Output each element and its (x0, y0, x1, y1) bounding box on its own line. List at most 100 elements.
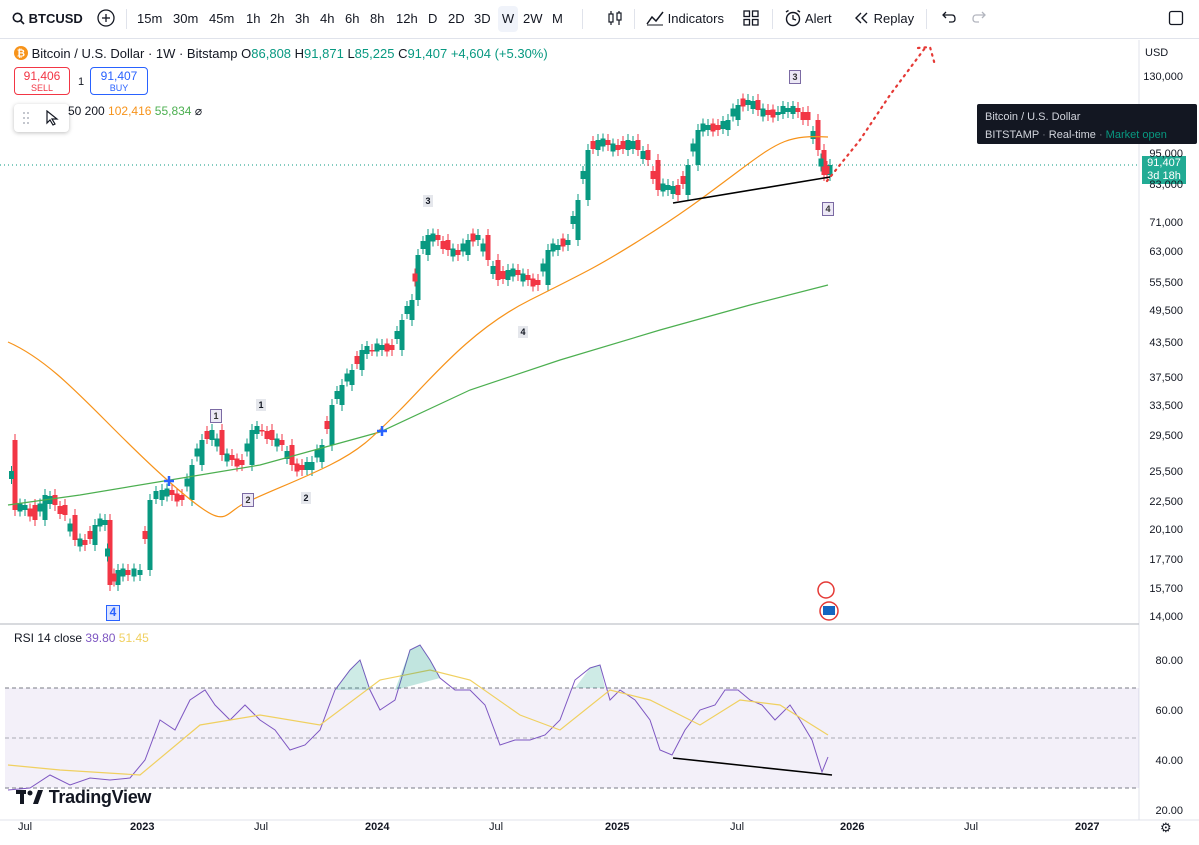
spread-value: 1 (78, 76, 85, 88)
indicators-button[interactable]: Indicators (646, 6, 724, 32)
grid-icon (743, 10, 759, 26)
candle-body (379, 345, 385, 350)
toolbar-divider (772, 9, 773, 29)
candle-body (209, 430, 215, 440)
redo-button[interactable] (972, 6, 988, 32)
interval-12h[interactable]: 12h (396, 6, 418, 32)
indicators-label: Indicators (667, 11, 724, 26)
price-tick: 17,700 (1149, 554, 1183, 566)
candle-body (705, 125, 711, 130)
candle-body (32, 505, 38, 520)
rsi-ma-value: 51.45 (118, 631, 149, 645)
chart-type-button[interactable] (606, 6, 624, 32)
symbol-search[interactable]: BTCUSD (12, 6, 83, 32)
candle-body (279, 440, 285, 445)
legend-low: 85,225 (354, 46, 395, 61)
price-chart[interactable] (0, 38, 1199, 845)
rsi-value: 39.80 (85, 631, 116, 645)
interval-45m[interactable]: 45m (209, 6, 234, 32)
time-axis-label: Jul (254, 821, 269, 833)
candle-body (765, 110, 771, 115)
time-axis-label: Jul (964, 821, 979, 833)
cross-marker (377, 426, 387, 436)
interval-2h[interactable]: 2h (270, 6, 284, 32)
candle-body (565, 240, 571, 245)
candle-body (125, 570, 131, 575)
interval-2d[interactable]: 2D (448, 6, 465, 32)
candle-body (102, 520, 108, 525)
interval-3h[interactable]: 3h (295, 6, 309, 32)
ma200-value: 55,834 (154, 104, 192, 118)
legend-high: 91,871 (304, 46, 344, 61)
sell-price: 91,406 (23, 69, 61, 83)
time-axis-label: 2026 (840, 821, 865, 833)
support-trendline (672, 176, 831, 204)
interval-6h[interactable]: 6h (345, 6, 359, 32)
candle-body (735, 105, 741, 120)
candle-body (329, 405, 335, 445)
candle-body (635, 140, 641, 150)
tooltip-title: Bitcoin / U.S. Dollar (985, 111, 1081, 123)
candle-body (805, 112, 811, 120)
undo-button[interactable] (940, 6, 956, 32)
flag-icon (823, 606, 835, 615)
tradingview-logo: TradingView (16, 787, 151, 808)
interval-4h[interactable]: 4h (320, 6, 334, 32)
candle-body (309, 462, 315, 470)
candle-body (82, 540, 88, 545)
candle-body (22, 505, 28, 510)
replay-button[interactable]: Replay (854, 6, 914, 32)
replay-label: Replay (873, 11, 915, 26)
price-tick: 95,000 (1149, 148, 1183, 160)
alarm-clock-icon (785, 9, 801, 27)
time-axis-label: Jul (489, 821, 504, 833)
candle-body (605, 140, 611, 145)
candle-body (755, 100, 761, 110)
candle-body (199, 440, 205, 465)
toolbar-divider (926, 9, 927, 29)
interval-1h[interactable]: 1h (246, 6, 260, 32)
candle-body (72, 515, 78, 540)
layout-button[interactable] (1168, 6, 1184, 32)
interval-w[interactable]: W (498, 6, 518, 32)
interval-d[interactable]: D (428, 6, 437, 32)
candle-body (159, 490, 165, 500)
bitcoin-icon: ₿ (14, 46, 28, 60)
price-tick: 71,000 (1149, 217, 1183, 229)
candle-body (62, 505, 68, 515)
interval-3d[interactable]: 3D (474, 6, 491, 32)
candle-body (615, 145, 621, 150)
cursor-tool-popup[interactable] (14, 104, 69, 132)
candle-body (535, 280, 541, 285)
rsi-tick: 80.00 (1155, 655, 1183, 667)
candle-body (675, 185, 681, 195)
candle-body (485, 235, 491, 260)
interval-8h[interactable]: 8h (370, 6, 384, 32)
event-icon (817, 581, 835, 599)
currency-selector[interactable]: USD (1145, 47, 1168, 59)
settings-gear-icon[interactable]: ⚙ (1160, 820, 1172, 836)
interval-15m[interactable]: 15m (137, 6, 162, 32)
brand-name: TradingView (48, 787, 152, 807)
search-icon (12, 12, 25, 25)
interval-30m[interactable]: 30m (173, 6, 198, 32)
legend-close: 91,407 (407, 46, 448, 61)
plus-circle-icon (97, 9, 115, 27)
compare-symbol-button[interactable] (96, 6, 116, 32)
toolbar-divider (582, 9, 583, 29)
alert-button[interactable]: Alert (784, 6, 832, 32)
price-tick: 130,000 (1143, 71, 1183, 83)
candle-body (359, 350, 365, 370)
interval-2w[interactable]: 2W (523, 6, 543, 32)
sell-button[interactable]: 91,406 SELL (14, 67, 70, 95)
candle-body (425, 235, 431, 255)
indicators-icon (646, 11, 664, 26)
buy-button[interactable]: 91,407 BUY (90, 67, 148, 95)
interval-m[interactable]: M (552, 6, 563, 32)
candle-body (775, 112, 781, 115)
candle-body (259, 430, 265, 432)
price-tick: 43,500 (1149, 337, 1183, 349)
templates-button[interactable] (743, 6, 759, 32)
ma-legend: 50 200 102,416 55,834 ⌀ (68, 104, 202, 118)
hide-icon[interactable]: ⌀ (195, 104, 202, 118)
